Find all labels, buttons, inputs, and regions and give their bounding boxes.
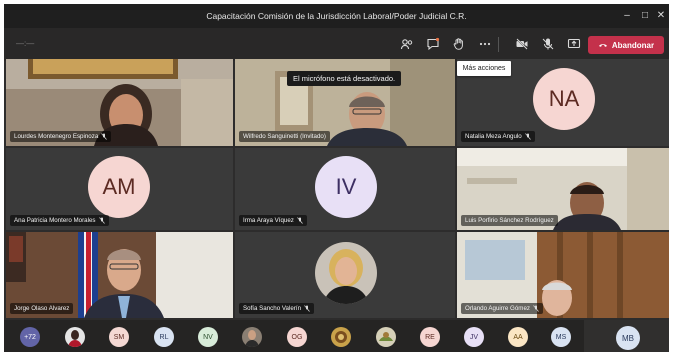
minimize-button[interactable]: – [620, 9, 634, 23]
participant-name-label: Jorge Olaso Alvarez [10, 303, 74, 314]
roster-photo-chip[interactable] [376, 327, 396, 347]
participant-name-label: Natalia Meza Angulo [461, 131, 535, 142]
participants-icon[interactable] [398, 35, 416, 53]
video-tile-luis[interactable]: Luis Porfirio Sánchez Rodríguez [457, 148, 669, 230]
title-bar: Capacitación Comisión de la Jurisdicción… [4, 4, 669, 28]
window-title: Capacitación Comisión de la Jurisdicción… [206, 11, 467, 21]
roster-chip-rl[interactable]: RL [154, 327, 174, 347]
roster-chip-jv[interactable]: JV [464, 327, 484, 347]
roster-photo-chip[interactable] [65, 327, 85, 347]
self-avatar-mb[interactable]: MB [616, 326, 640, 350]
more-actions-icon[interactable] [476, 35, 494, 53]
video-tile-ana[interactable]: AM Ana Patricia Montero Morales [6, 148, 233, 230]
self-view-area: MB [584, 320, 669, 352]
mic-off-icon[interactable] [539, 35, 557, 53]
maximize-button[interactable]: □ [638, 9, 652, 23]
roster-chip-ms[interactable]: MS [551, 327, 571, 347]
overflow-participants-chip[interactable]: +72 [20, 327, 40, 347]
video-tile-lourdes[interactable]: Lourdes Montenegro Espinoza [6, 59, 233, 146]
close-window-button[interactable]: ✕ [654, 9, 668, 23]
participant-name-label: Irma Araya Víquez [239, 215, 307, 226]
roster-photo-chip[interactable] [331, 327, 351, 347]
roster-chip-re[interactable]: RE [420, 327, 440, 347]
camera-off-icon[interactable] [513, 35, 531, 53]
avatar-photo-sofia [315, 242, 377, 304]
phone-hangup-icon [598, 44, 607, 47]
roster-photo-chip[interactable] [242, 327, 262, 347]
meeting-toolbar: —:— Abandonar [4, 28, 669, 61]
video-tile-sofia[interactable]: Sofía Sancho Valerín [235, 232, 455, 318]
roster-chip-nv[interactable]: NV [198, 327, 218, 347]
mic-muted-icon [98, 217, 105, 224]
avatar-irma: IV [315, 156, 377, 218]
meeting-timer: —:— [16, 39, 35, 48]
leave-label: Abandonar [611, 40, 655, 50]
avatar-natalia: NA [533, 68, 595, 130]
participant-name-label: Orlando Aguirre Gómez [461, 303, 543, 314]
leave-button[interactable]: Abandonar [588, 36, 664, 54]
roster-chip-og[interactable]: OG [287, 327, 307, 347]
mic-muted-icon [533, 305, 539, 312]
avatar-ana: AM [88, 156, 150, 218]
mic-muted-icon [304, 305, 310, 312]
mic-muted-icon [297, 217, 303, 224]
participant-name-label: Lourdes Montenegro Espinoza [10, 131, 112, 142]
raise-hand-icon[interactable] [450, 35, 468, 53]
roster-chip-sm[interactable]: SM [109, 327, 129, 347]
participant-name-label: Sofía Sancho Valerín [239, 303, 315, 314]
participant-name-label: Luis Porfirio Sánchez Rodríguez [461, 215, 558, 226]
video-tile-orlando[interactable]: Orlando Aguirre Gómez [457, 232, 669, 318]
participant-name-label: Ana Patricia Montero Morales [10, 215, 109, 226]
participant-roster-bar: +72 SM RL NV OG RE JV AA MS [4, 320, 669, 352]
roster-chip-aa[interactable]: AA [508, 327, 528, 347]
video-tile-jorge[interactable]: Jorge Olaso Alvarez [6, 232, 233, 318]
mic-muted-icon [101, 133, 108, 140]
chat-icon[interactable] [424, 35, 442, 53]
participant-name-label: Wilfredo Sanguinetti (Invitado) [239, 131, 330, 142]
mic-disabled-banner: El micrófono está desactivado. [287, 71, 402, 86]
video-tile-irma[interactable]: IV Irma Araya Víquez [235, 148, 455, 230]
more-actions-tooltip: Más acciones [457, 61, 511, 76]
toolbar-divider [498, 37, 499, 52]
teams-meeting-window: Capacitación Comisión de la Jurisdicción… [4, 4, 669, 352]
share-screen-icon[interactable] [565, 35, 583, 53]
mic-muted-icon [524, 133, 531, 140]
